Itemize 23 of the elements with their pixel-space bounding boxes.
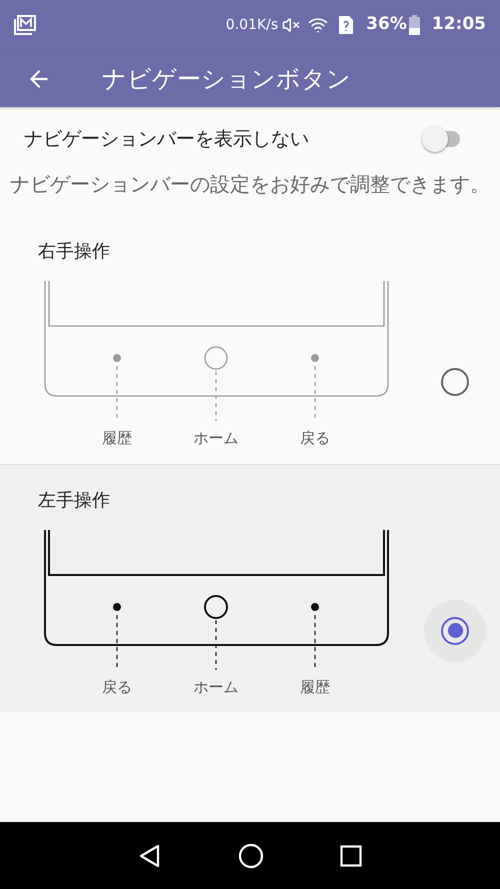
- button-label: 履歴: [101, 428, 133, 449]
- button-label: ホーム: [192, 428, 240, 449]
- back-icon[interactable]: [138, 844, 162, 868]
- recents-icon[interactable]: [340, 844, 362, 866]
- option-title: 左手操作: [38, 488, 110, 512]
- mute-icon: [282, 16, 300, 34]
- button-label: 戻る: [299, 428, 331, 449]
- battery-percent: 36%: [366, 13, 407, 36]
- option-row[interactable]: 左手操作 戻る ホーム 履歴: [0, 464, 500, 712]
- home-icon[interactable]: [238, 842, 264, 868]
- battery-icon: [408, 15, 420, 35]
- button-label: 履歴: [299, 676, 331, 698]
- description-text: ナビゲーションバーの設定をお好みで調整できます。: [9, 171, 491, 198]
- button-label: ホーム: [192, 676, 240, 698]
- gallery-icon: [14, 15, 36, 35]
- network-speed: 0.01K/s: [226, 16, 278, 34]
- option-title: 右手操作: [38, 240, 110, 264]
- sim-card-icon: [338, 15, 354, 35]
- screen-title: ナビゲーションボタン: [102, 64, 351, 94]
- setting-label: ナビゲーションバーを表示しない: [24, 126, 310, 152]
- radio-button[interactable]: [441, 368, 469, 396]
- clock: 12:05: [432, 13, 486, 36]
- button-label: 戻る: [101, 676, 133, 698]
